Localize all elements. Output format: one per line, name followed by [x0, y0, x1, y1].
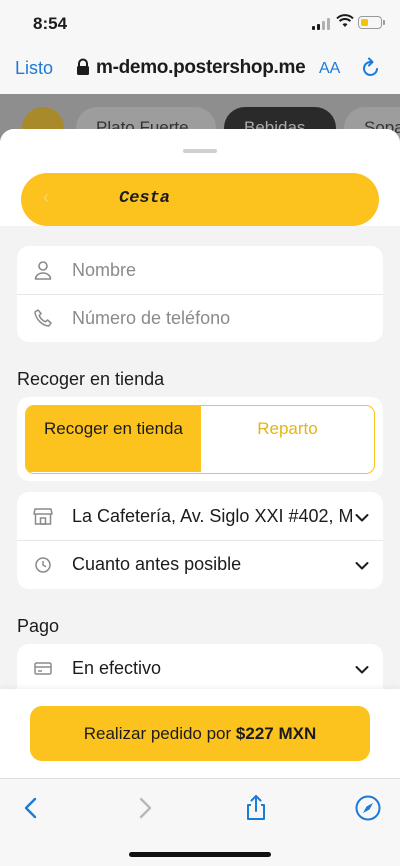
name-field[interactable]: Nombre: [17, 246, 383, 294]
person-icon: [33, 260, 53, 280]
delivery-section-title: Recoger en tienda: [17, 369, 165, 389]
checkout-sheet: ‹ Cesta Nombre Número de teléfono Recoge…: [0, 129, 400, 689]
payment-select[interactable]: En efectivo: [17, 644, 383, 689]
chevron-down-icon: [355, 510, 369, 522]
chevron-down-icon: [355, 558, 369, 570]
wifi-icon: [336, 14, 354, 32]
place-order-label: Realizar pedido por: [83, 723, 236, 743]
back-icon[interactable]: [17, 794, 45, 822]
status-time: 8:54: [33, 14, 68, 33]
basket-header-button[interactable]: ‹ Cesta: [21, 173, 379, 226]
place-order-button[interactable]: Realizar pedido por $227 MXN: [30, 706, 370, 761]
order-total: $227 MXN: [235, 723, 317, 743]
delivery-mode-toggle: Recoger en tienda Reparto: [25, 405, 375, 474]
basket-title: Cesta: [119, 189, 171, 208]
name-input-placeholder[interactable]: Nombre: [72, 260, 136, 281]
reload-icon[interactable]: [360, 57, 382, 79]
order-footer: Realizar pedido por $227 MXN: [0, 689, 400, 778]
phone-icon: [33, 308, 53, 328]
done-button[interactable]: Listo: [15, 58, 53, 79]
payment-card: En efectivo: [17, 644, 383, 689]
forward-icon[interactable]: [131, 794, 159, 822]
battery-icon: [358, 16, 385, 29]
payment-value: En efectivo: [72, 658, 162, 678]
compass-icon[interactable]: [354, 794, 382, 822]
home-indicator: [129, 852, 271, 857]
time-select[interactable]: Cuanto antes posible: [17, 540, 383, 588]
location-select[interactable]: La Cafetería, Av. Siglo XXI #402, M: [17, 492, 383, 540]
payment-section-title: Pago: [17, 616, 60, 636]
phone-field[interactable]: Número de teléfono: [17, 294, 383, 342]
location-value: La Cafetería, Av. Siglo XXI #402, M: [72, 506, 354, 526]
cellular-signal-icon: [312, 18, 332, 30]
pickup-option[interactable]: Recoger en tienda: [26, 406, 201, 472]
text-size-button[interactable]: AA: [319, 60, 340, 78]
contact-card: Nombre Número de teléfono: [17, 246, 383, 342]
status-bar: 8:54: [0, 0, 400, 44]
sheet-grabber[interactable]: [183, 149, 217, 153]
clock-icon: [33, 554, 53, 574]
delivery-option[interactable]: Reparto: [201, 406, 374, 472]
store-icon: [33, 506, 53, 526]
back-arrow-icon[interactable]: ‹: [43, 187, 49, 208]
credit-card-icon: [33, 658, 53, 678]
pickup-details-card: La Cafetería, Av. Siglo XXI #402, M Cuan…: [17, 492, 383, 589]
url-text[interactable]: m-demo.postershop.me: [96, 57, 306, 79]
share-icon[interactable]: [242, 794, 270, 822]
chevron-down-icon: [355, 662, 369, 674]
delivery-mode-card: Recoger en tienda Reparto: [17, 397, 383, 481]
phone-input-placeholder[interactable]: Número de teléfono: [72, 308, 230, 329]
lock-icon: [75, 58, 91, 76]
browser-address-bar: Listo m-demo.postershop.me AA: [0, 44, 400, 94]
time-value: Cuanto antes posible: [72, 554, 242, 574]
